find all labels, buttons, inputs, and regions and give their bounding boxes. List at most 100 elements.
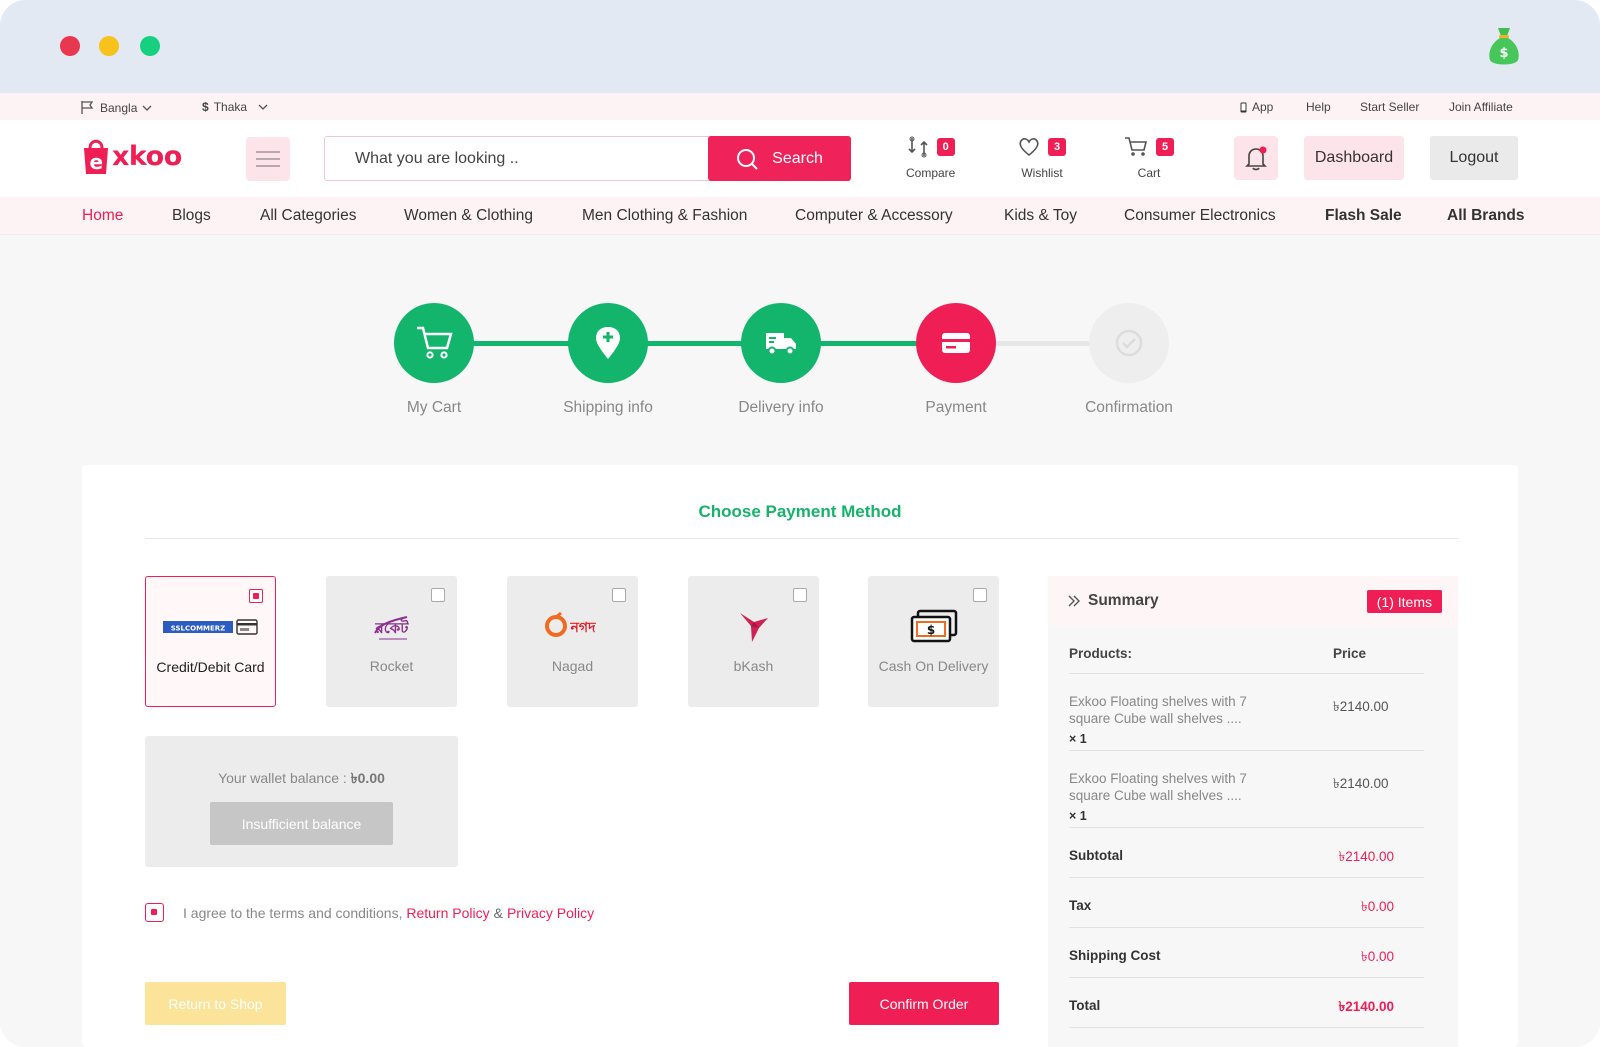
top-link-label: Help	[1306, 100, 1331, 114]
language-selector[interactable]: Bangla	[80, 100, 152, 115]
subtotal-value: ৳2140.00	[1338, 849, 1394, 864]
payment-option-label: Rocket	[369, 658, 414, 674]
top-link-label: Start Seller	[1360, 100, 1420, 114]
step-confirmation[interactable]: Confirmation	[1085, 303, 1173, 417]
terms-agreement: I agree to the terms and conditions, Ret…	[145, 903, 594, 922]
step-shipping-info[interactable]: Shipping info	[563, 303, 653, 417]
rocket-logo: রকেট	[326, 604, 457, 648]
step-label: Payment	[925, 399, 987, 416]
payment-option-bkash[interactable]: bKash	[688, 576, 819, 707]
nav-flash-sale[interactable]: Flash Sale	[1325, 207, 1402, 225]
payment-option-nagad[interactable]: নগদ Nagad	[507, 576, 638, 707]
wallet-balance: Your wallet balance : ৳0.00	[145, 767, 458, 791]
minimize-window-dot[interactable]	[99, 36, 119, 56]
nav-home[interactable]: Home	[82, 207, 123, 225]
step-label: My Cart	[406, 399, 462, 416]
rocket-logo-text: রকেট	[374, 618, 409, 637]
insufficient-balance-button[interactable]: Insufficient balance	[210, 802, 393, 845]
progress-line-pending	[995, 341, 1095, 346]
subtotal-row: Subtotal ৳2140.00	[1069, 828, 1424, 878]
location-pin-icon	[596, 327, 620, 359]
wishlist-button[interactable]: 3 Wishlist	[1018, 132, 1066, 180]
payment-checkbox[interactable]	[793, 588, 807, 602]
top-link-app[interactable]: App	[1240, 100, 1273, 114]
search-button-label: Search	[772, 149, 823, 167]
payment-option-label: bKash	[733, 658, 774, 674]
items-count-badge: (1) Items	[1366, 590, 1442, 613]
return-policy-link[interactable]: Return Policy	[406, 905, 489, 921]
dashboard-button[interactable]: Dashboard	[1304, 136, 1404, 180]
nav-women-clothing[interactable]: Women & Clothing	[404, 207, 533, 225]
wishlist-label: Wishlist	[1021, 166, 1063, 180]
menu-button[interactable]	[246, 137, 290, 181]
nagad-logo-text: নগদ	[569, 620, 596, 636]
compare-label: Compare	[906, 166, 956, 180]
total-row: Total ৳2140.00	[1069, 978, 1424, 1028]
nav-consumer-electronics[interactable]: Consumer Electronics	[1124, 207, 1276, 225]
payment-checkbox[interactable]	[612, 588, 626, 602]
page: Bangla $ Thaka App Help Start Seller Joi…	[0, 93, 1600, 1047]
privacy-policy-link[interactable]: Privacy Policy	[507, 905, 594, 921]
search-input[interactable]	[335, 137, 695, 180]
summary-table: Products: Price Exkoo Floating shelves w…	[1069, 626, 1424, 1028]
search-button[interactable]: Search	[708, 136, 851, 181]
currency-label: Thaka	[213, 100, 248, 114]
step-delivery-info[interactable]: Delivery info	[738, 303, 824, 417]
product-price: ৳2140.00	[1333, 699, 1389, 714]
payment-option-rocket[interactable]: রকেট Rocket	[326, 576, 457, 707]
payment-option-cod[interactable]: $ Cash On Delivery	[868, 576, 999, 707]
terms-checkbox[interactable]	[145, 903, 164, 922]
money-bag-icon: $	[1489, 28, 1519, 65]
payment-option-label: Nagad	[551, 658, 594, 674]
return-to-shop-button[interactable]: Return to Shop	[145, 982, 286, 1025]
nav-kids-toy[interactable]: Kids & Toy	[1004, 207, 1077, 225]
chevron-down-icon	[258, 104, 268, 110]
credit-card-icon	[942, 333, 970, 353]
sslcommerz-logo-text: SSLCOMMERZ	[170, 625, 225, 633]
summary-product-row: Exkoo Floating shelves with 7 square Cub…	[1069, 751, 1424, 828]
shipping-label: Shipping Cost	[1069, 948, 1161, 963]
dashboard-label: Dashboard	[1314, 149, 1394, 166]
progress-line-done	[470, 341, 920, 346]
ampersand-text: &	[493, 904, 503, 921]
top-link-join-affiliate[interactable]: Join Affiliate	[1449, 100, 1513, 114]
category-nav: Home Blogs All Categories Women & Clothi…	[0, 197, 1600, 235]
summary-title-text: Summary	[1088, 592, 1159, 609]
top-strip: Bangla $ Thaka App Help Start Seller Joi…	[0, 93, 1600, 120]
nav-all-brands[interactable]: All Brands	[1447, 207, 1525, 225]
heart-icon	[1019, 138, 1039, 157]
top-link-start-seller[interactable]: Start Seller	[1360, 100, 1419, 114]
payment-checkbox[interactable]	[973, 588, 987, 602]
top-link-help[interactable]: Help	[1306, 100, 1331, 114]
logout-label: Logout	[1449, 149, 1499, 166]
step-payment[interactable]: Payment	[916, 303, 996, 417]
total-label: Total	[1069, 998, 1101, 1013]
compare-button[interactable]: 0 Compare	[906, 132, 955, 180]
site-logo[interactable]: e xkoo	[82, 136, 182, 176]
payment-title: Choose Payment Method	[698, 502, 902, 521]
payment-checkbox[interactable]	[249, 589, 263, 603]
nav-men-clothing[interactable]: Men Clothing & Fashion	[582, 207, 747, 225]
summary-table-header: Products: Price	[1069, 626, 1424, 674]
close-window-dot[interactable]	[60, 36, 80, 56]
nav-blogs[interactable]: Blogs	[172, 207, 211, 225]
notifications-button[interactable]	[1234, 136, 1278, 180]
compare-count-badge: 0	[936, 138, 955, 156]
step-my-cart[interactable]: My Cart	[394, 303, 474, 417]
search-bar: Search	[324, 136, 851, 181]
confirm-order-button[interactable]: Confirm Order	[849, 982, 999, 1025]
app-window: $ Bangla $ Thaka App Help Start Seller J…	[0, 0, 1600, 1047]
nav-computer-accessory[interactable]: Computer & Accessory	[795, 207, 953, 225]
logout-button[interactable]: Logout	[1430, 136, 1518, 180]
products-column-header: Products:	[1069, 646, 1133, 661]
maximize-window-dot[interactable]	[140, 36, 160, 56]
payment-checkbox[interactable]	[431, 588, 445, 602]
currency-selector[interactable]: $ Thaka	[202, 100, 268, 114]
logo-text: xkoo	[112, 140, 182, 172]
top-link-label: App	[1252, 100, 1274, 114]
wishlist-count-badge: 3	[1048, 138, 1066, 156]
payment-option-card[interactable]: SSLCOMMERZ Credit/Debit Card	[145, 576, 276, 707]
nav-all-categories[interactable]: All Categories	[260, 207, 357, 225]
cart-button[interactable]: 5 Cart	[1124, 132, 1174, 180]
nagad-logo: নগদ	[507, 604, 638, 648]
